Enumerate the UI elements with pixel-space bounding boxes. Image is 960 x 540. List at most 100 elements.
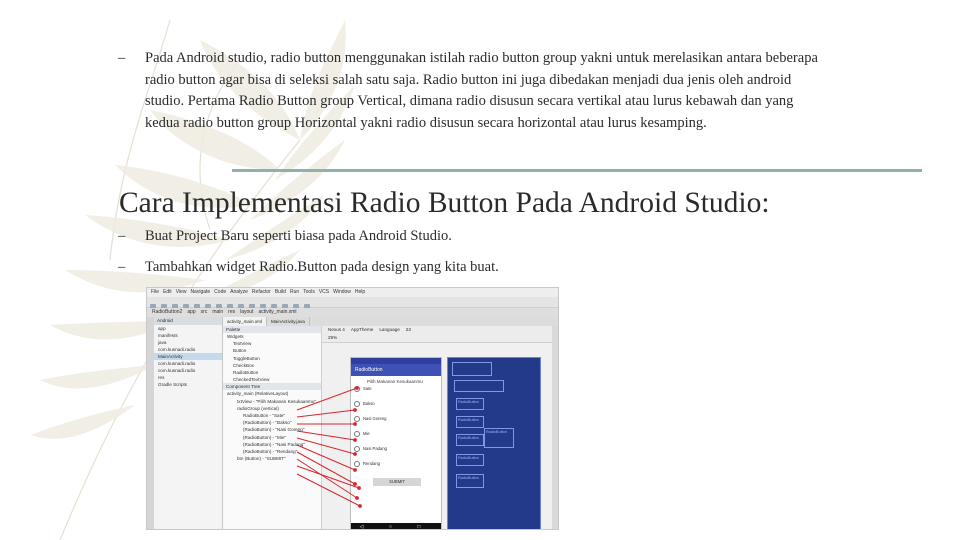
blueprint-box: RadioButton [456, 398, 484, 410]
breadcrumb-item: activity_main.xml [258, 309, 297, 315]
radio-option-label: Mie [363, 431, 370, 436]
breadcrumb-item: RadioButton2 [152, 309, 183, 315]
project-pane-header: Android [154, 317, 222, 325]
design-toolbar-item: Nexus 4 [328, 327, 345, 332]
bullet-text: Buat Project Baru seperti biasa pada And… [145, 228, 452, 244]
component-tree-item: (RadioButton) - "Mie" [243, 434, 287, 440]
radio-circle-icon [354, 401, 360, 407]
menu-item: Help [354, 289, 366, 295]
menu-item: Analyze [230, 289, 248, 295]
component-tree-item: radioGroup (vertical) [237, 405, 279, 411]
menu-item: Code [214, 289, 227, 295]
bullet-dash: – [118, 259, 126, 275]
radio-option: Nasi Padang [351, 444, 441, 459]
palette-item: Widgets [227, 334, 244, 339]
palette-item: CheckedTextView [233, 377, 270, 383]
palette-item: ToggleButton [233, 355, 260, 361]
bullet-dash: – [118, 50, 126, 66]
breadcrumb-item: app [187, 309, 196, 315]
design-toolbar-item: Language [379, 327, 400, 332]
blueprint-box: RadioButton [456, 454, 484, 466]
bullet-dash: – [118, 228, 126, 244]
project-tree-item: MainActivity [154, 353, 222, 360]
blueprint-preview: RadioButton RadioButton RadioButton RadioBu… [447, 357, 541, 529]
radio-circle-icon [354, 446, 360, 452]
component-tree-item: RadioButton - "Sate" [243, 413, 286, 419]
bullet-item: – Buat Project Baru seperti biasa pada A… [118, 226, 452, 248]
blueprint-box: RadioButton [484, 428, 514, 448]
menu-item: Tools [303, 289, 315, 295]
radio-option-label: Nasi Goreng [363, 416, 387, 421]
radio-option-label: Sate [363, 386, 372, 391]
menu-item: Navigate [190, 289, 211, 295]
breadcrumb-item: layout [240, 309, 254, 315]
radio-option: Bakso [351, 399, 441, 414]
radio-option-label: Rendang [363, 461, 380, 466]
radio-option-label: Bakso [363, 401, 375, 406]
component-tree-item: (RadioButton) - "Nasi Padang" [243, 441, 305, 447]
android-nav-bar: ◁ ○ □ [351, 523, 441, 529]
menu-item: Build [274, 289, 286, 295]
phone-preview: RadioButton Pilih Makanan Kesukaanmu Sat… [350, 357, 442, 529]
radio-circle-icon [354, 416, 360, 422]
ide-toolbar [147, 297, 558, 310]
ide-breadcrumb: RadioButton2 app src main res layout activity_… [147, 308, 558, 317]
project-tree-item: com.kusnadi.radio [158, 368, 196, 373]
ide-menu-bar: File Edit View Navigate Code Analyze Refactor B… [147, 288, 558, 297]
blueprint-box [454, 380, 504, 392]
breadcrumb-item: res [228, 309, 236, 315]
tab-activity-main: activity_main.xml [223, 317, 267, 326]
breadcrumb-item: main [212, 309, 224, 315]
design-toolbar-item: AppTheme [350, 327, 374, 332]
radio-option: Sate [351, 384, 441, 399]
palette-panel: Palette Widgets TextView Button ToggleButto… [223, 326, 322, 529]
intro-text: Pada Android studio, radio button menggu… [145, 50, 818, 131]
menu-item: VCS [318, 289, 330, 295]
radio-option-label: Nasi Padang [363, 446, 387, 451]
palette-item: CheckBox [233, 362, 254, 368]
project-tree-item: com.kusnadi.radio [158, 361, 196, 366]
right-tool-strip [552, 326, 558, 529]
bullet-text: Tambahkan widget Radio.Button pada desig… [145, 259, 499, 275]
design-toolbar: Nexus 4 AppTheme Language 23 29% [322, 326, 558, 343]
tab-main-activity: MainActivity.java [267, 317, 310, 326]
menu-item: Run [289, 289, 300, 295]
blueprint-box: RadioButton [456, 434, 484, 446]
component-tree-item: activity_main (RelativeLayout) [227, 391, 289, 397]
component-tree-item: (RadioButton) - "Bakso" [243, 420, 292, 426]
blueprint-box [452, 362, 492, 376]
project-tree-item: res [158, 375, 165, 380]
menu-item: File [151, 289, 160, 295]
zoom-level: 29% [328, 335, 338, 340]
radio-option: Nasi Goreng [351, 414, 441, 429]
design-toolbar-item: 23 [405, 327, 411, 332]
divider-line [232, 169, 922, 172]
component-tree-item: btn (Button) - "SUBMIT" [237, 456, 286, 462]
radio-circle-icon [354, 386, 360, 392]
section-heading: Cara Implementasi Radio Button Pada Andr… [119, 187, 770, 219]
component-tree-item: (RadioButton) - "Nasi Goreng" [243, 427, 305, 433]
project-tree-item: com.kusnadi.radio [158, 347, 196, 352]
menu-item: Edit [163, 289, 172, 295]
intro-paragraph: – Pada Android studio, radio button meng… [118, 48, 818, 134]
editor-tabs: activity_main.xml MainActivity.java [223, 317, 558, 326]
app-bar-title: RadioButton [351, 364, 441, 376]
blueprint-box: RadioButton [456, 474, 484, 488]
submit-button: SUBMIT [373, 478, 421, 486]
component-tree-item: txtView - "Pilih Makanan Kesukaanmu" [237, 398, 317, 404]
question-label: Pilih Makanan Kesukaanmu [367, 379, 423, 384]
component-tree-item: (RadioButton) - "Rendang" [243, 449, 298, 455]
project-tree-item: java [158, 340, 167, 345]
menu-item: Window [333, 289, 351, 295]
palette-item: RadioButton [233, 370, 259, 376]
radio-circle-icon [354, 461, 360, 467]
radio-option: Rendang [351, 459, 441, 474]
palette-item: Button [233, 348, 247, 354]
project-tree-item: manifests [158, 333, 178, 338]
project-pane: Android app manifests java com.kusnadi.radi… [154, 317, 223, 529]
radio-option: Mie [351, 429, 441, 444]
component-tree-header: Component Tree [223, 383, 321, 391]
radio-circle-icon [354, 431, 360, 437]
project-tree-item: app [158, 326, 166, 331]
project-tree-item: Gradle Scripts [158, 382, 188, 387]
